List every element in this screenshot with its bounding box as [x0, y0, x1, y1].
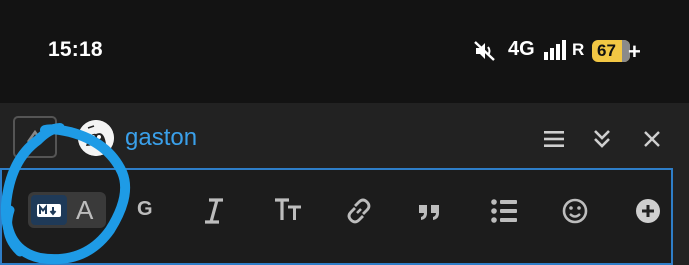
- link-icon[interactable]: [344, 193, 374, 229]
- rich-text-mode-button[interactable]: A: [76, 195, 93, 226]
- collapse-icon: [26, 129, 44, 143]
- add-icon[interactable]: [633, 193, 663, 229]
- signal-icon: [544, 40, 566, 60]
- network-type: 4G: [508, 38, 535, 60]
- username-link[interactable]: gaston: [125, 124, 197, 152]
- heading-icon[interactable]: [272, 193, 304, 229]
- close-icon[interactable]: [640, 128, 664, 150]
- menu-icon[interactable]: [542, 128, 566, 150]
- avatar[interactable]: [78, 120, 114, 156]
- avatar-image: [78, 120, 114, 156]
- bullet-list-icon[interactable]: [489, 193, 519, 229]
- mute-icon: [474, 41, 495, 61]
- status-bar: [0, 0, 689, 103]
- roaming-indicator: R: [572, 40, 585, 59]
- quote-icon[interactable]: [416, 193, 444, 229]
- g-button[interactable]: G: [137, 198, 153, 221]
- markdown-icon: [37, 204, 61, 217]
- collapse-button[interactable]: [13, 116, 57, 158]
- italic-icon[interactable]: [199, 193, 229, 229]
- double-chevron-down-icon[interactable]: [590, 128, 614, 150]
- markdown-mode-toggle[interactable]: A: [28, 192, 106, 228]
- battery-level: 67: [597, 41, 616, 60]
- clock: 15:18: [48, 38, 103, 61]
- markdown-mode-button[interactable]: [31, 195, 67, 225]
- emoji-icon[interactable]: [560, 193, 590, 229]
- charging-icon: +: [628, 39, 641, 64]
- battery-indicator: 67: [592, 40, 630, 62]
